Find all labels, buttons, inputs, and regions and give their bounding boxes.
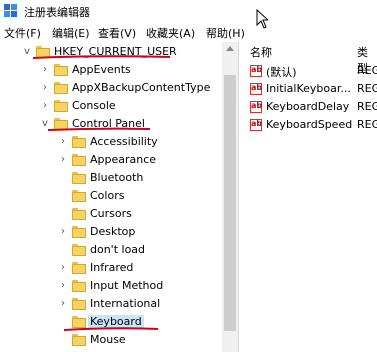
underline-hkey-current-user — [32, 55, 171, 59]
annotation-overlay — [32, 55, 171, 331]
underline-control-panel — [47, 127, 151, 131]
underline-keyboard — [63, 327, 159, 331]
